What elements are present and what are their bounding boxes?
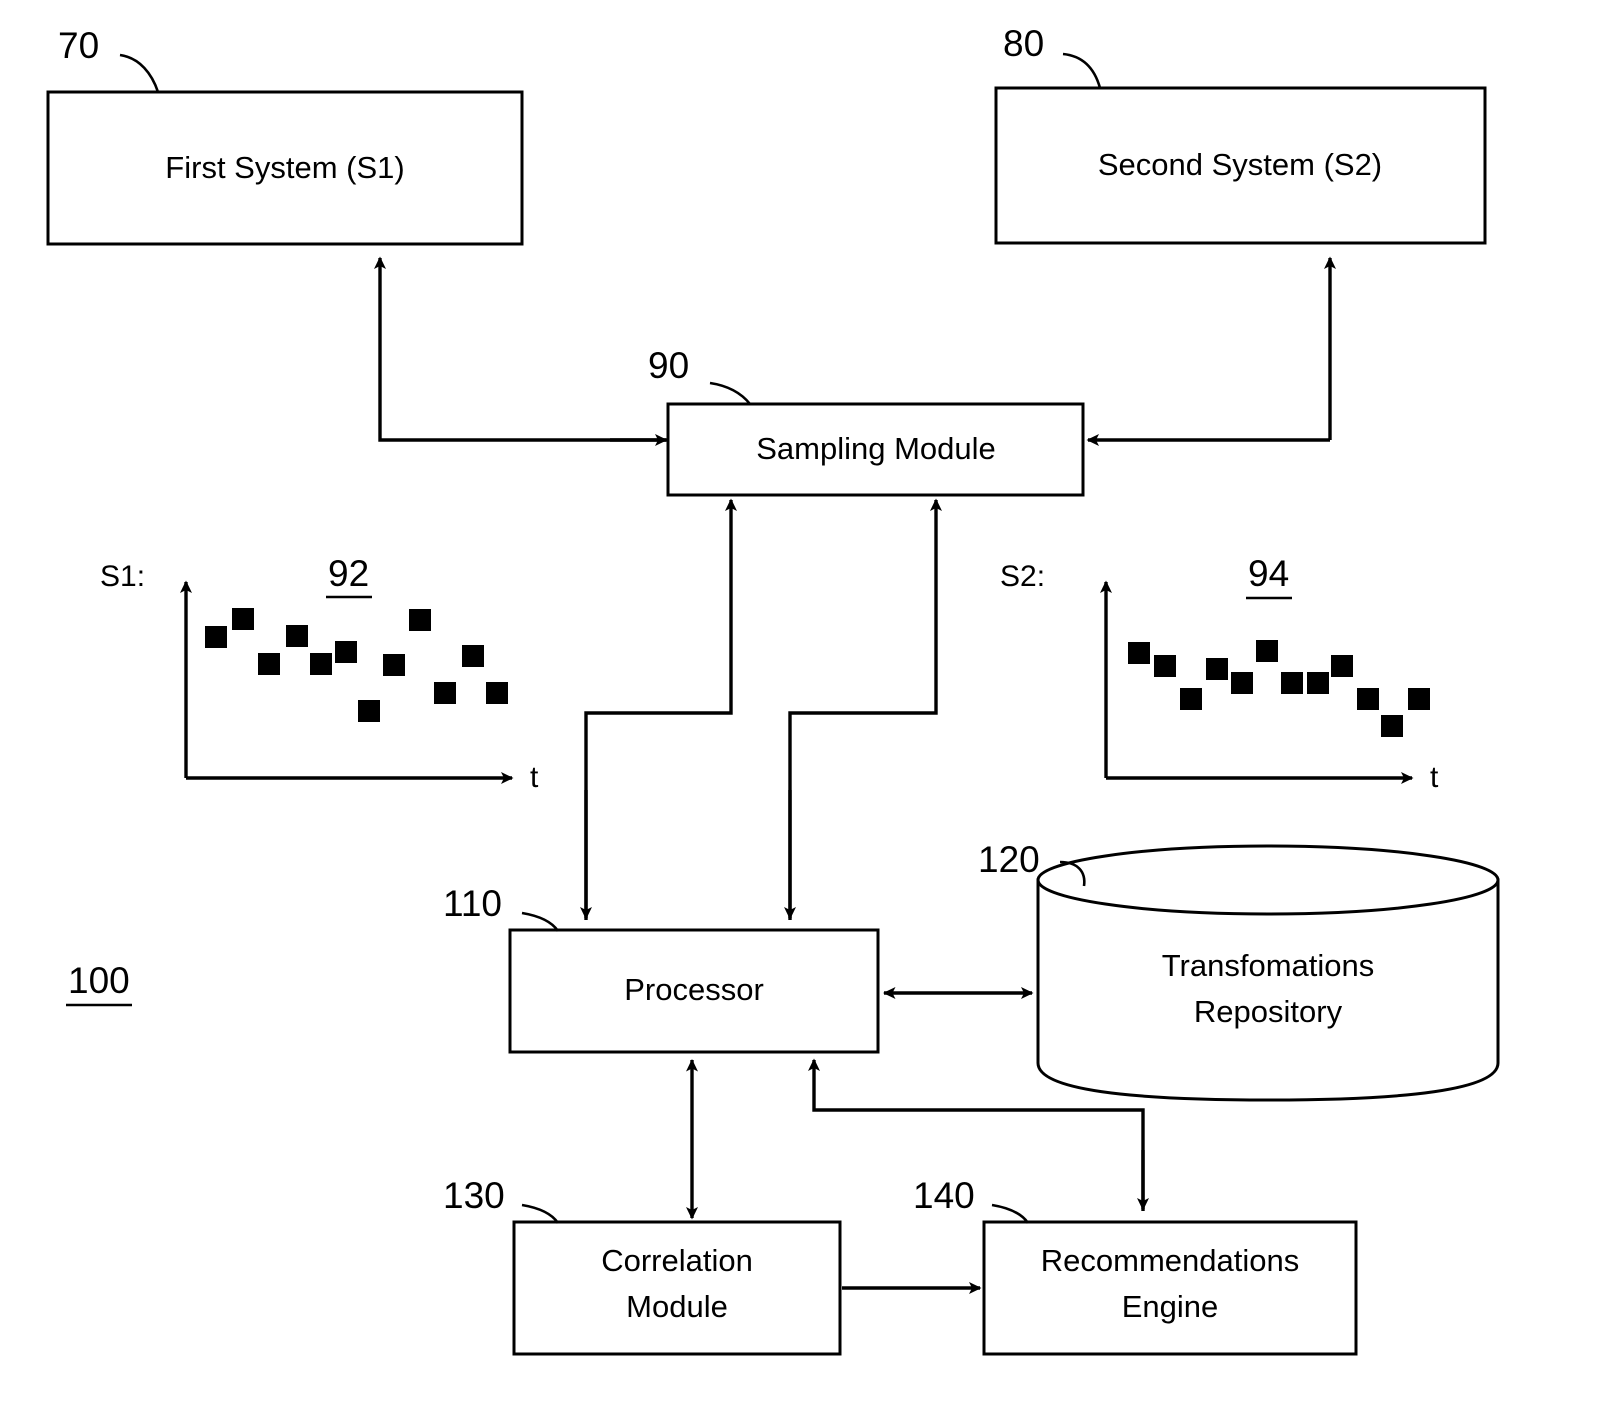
recommendations-engine-label-line2: Engine xyxy=(1122,1289,1219,1324)
node-correlation-module[interactable]: Correlation Module xyxy=(512,1220,842,1356)
ref-number-140: 140 xyxy=(913,1175,975,1216)
s1-scatter-plot: S1: t 92 xyxy=(100,553,539,794)
ref-callout-130: 130 xyxy=(443,1175,560,1224)
sampling-module-label: Sampling Module xyxy=(756,431,996,466)
connector-sampling-left-riser xyxy=(584,498,737,920)
s1-plot-ref-number: 92 xyxy=(328,553,369,594)
ref-number-70: 70 xyxy=(58,25,99,66)
ref-number-110: 110 xyxy=(443,883,502,924)
s2-series-label: S2: xyxy=(1000,560,1045,593)
leader-line-90 xyxy=(709,381,752,405)
node-processor[interactable]: Processor xyxy=(508,928,880,1054)
system-block-diagram: First System (S1) 70 Second System (S2) … xyxy=(46,23,1500,1356)
correlation-module-box[interactable] xyxy=(512,1220,842,1356)
ref-callout-90: 90 xyxy=(648,345,752,405)
s1-series-label: S1: xyxy=(100,560,145,593)
repository-cylinder-top xyxy=(1036,844,1500,916)
processor-label: Processor xyxy=(624,972,764,1007)
patent-figure-canvas: First System (S1) 70 Second System (S2) … xyxy=(0,0,1608,1421)
leader-line-140 xyxy=(991,1203,1030,1224)
node-second-system[interactable]: Second System (S2) xyxy=(994,86,1487,245)
leader-line-70 xyxy=(119,53,160,93)
s1-data-markers xyxy=(205,608,508,722)
ref-number-120: 120 xyxy=(978,839,1040,880)
first-system-label: First System (S1) xyxy=(165,150,404,185)
correlation-module-label-line2: Module xyxy=(626,1289,728,1324)
s1-x-axis-label: t xyxy=(530,761,539,794)
s2-scatter-plot: S2: t 94 xyxy=(1000,553,1439,794)
node-first-system[interactable]: First System (S1) xyxy=(46,90,524,246)
ref-number-130: 130 xyxy=(443,1175,505,1216)
correlation-module-label-line1: Correlation xyxy=(601,1243,753,1278)
connector-sampling-right-riser xyxy=(788,498,942,920)
repository-label-line1: Transfomations xyxy=(1162,948,1375,983)
node-transformations-repository[interactable]: Transfomations Repository xyxy=(1036,844,1500,1102)
leader-line-110 xyxy=(521,911,560,932)
second-system-label: Second System (S2) xyxy=(1098,147,1382,182)
s2-x-axis-label: t xyxy=(1430,761,1439,794)
node-sampling-module[interactable]: Sampling Module xyxy=(666,402,1085,497)
ref-callout-110: 110 xyxy=(443,883,560,932)
recommendations-engine-box[interactable] xyxy=(982,1220,1358,1356)
overall-figure-ref: 100 xyxy=(66,960,132,1007)
leader-line-80 xyxy=(1062,52,1102,89)
ref-number-90: 90 xyxy=(648,345,689,386)
recommendations-engine-label-line1: Recommendations xyxy=(1041,1243,1299,1278)
connector-sampling-to-first-system xyxy=(374,256,668,442)
ref-callout-70: 70 xyxy=(58,25,160,93)
s2-data-markers xyxy=(1128,640,1430,737)
ref-number-80: 80 xyxy=(1003,23,1044,64)
s2-plot-ref-number: 94 xyxy=(1248,553,1289,594)
repository-label-line2: Repository xyxy=(1194,994,1343,1029)
ref-number-100: 100 xyxy=(68,960,130,1001)
ref-callout-140: 140 xyxy=(913,1175,1030,1224)
leader-line-130 xyxy=(521,1203,560,1224)
node-recommendations-engine[interactable]: Recommendations Engine xyxy=(982,1220,1358,1356)
ref-callout-80: 80 xyxy=(1003,23,1102,89)
